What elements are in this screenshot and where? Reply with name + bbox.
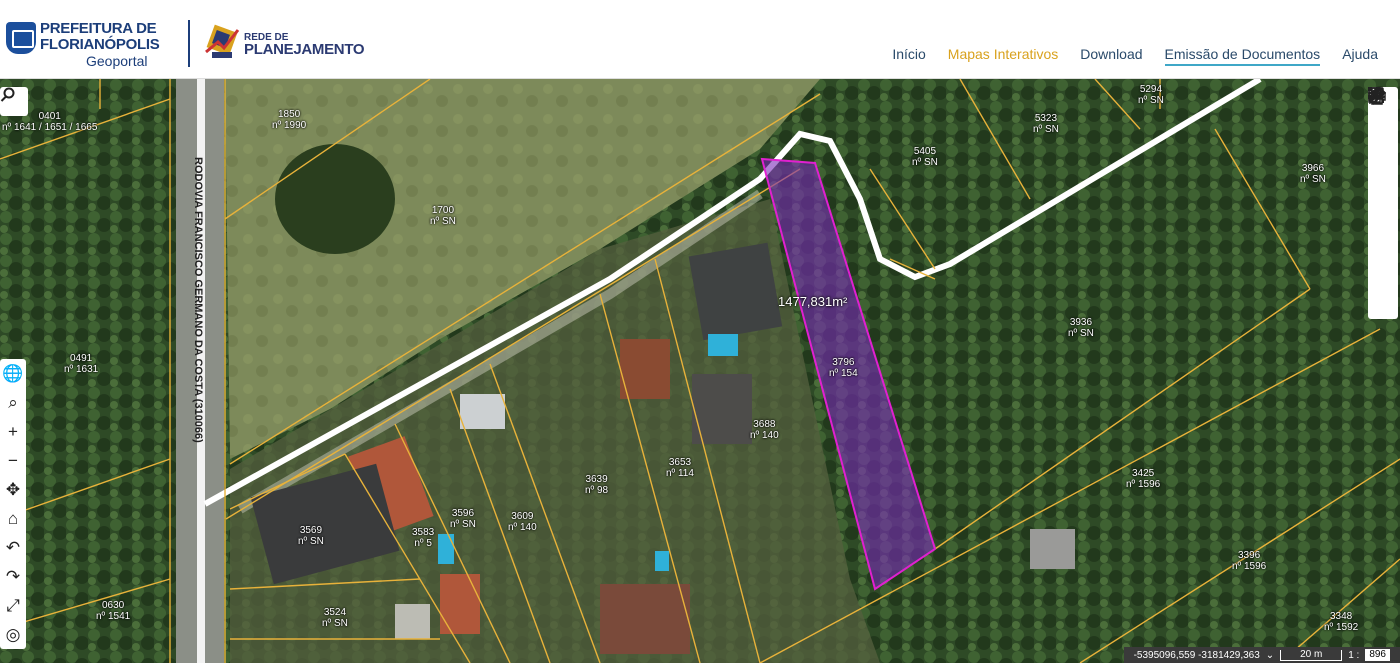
rede-logo[interactable]: REDE DE PLANEJAMENTO <box>204 20 374 68</box>
scale-prefix: 1 : <box>1348 649 1360 661</box>
parcel-label[interactable]: 3609 nº 140 <box>508 511 537 533</box>
scale-value[interactable]: 896 <box>1365 649 1390 661</box>
logo-line1: PREFEITURA DE <box>40 20 157 37</box>
right-toolbar <box>1368 87 1398 319</box>
ruler-icon[interactable] <box>1368 87 1398 203</box>
hand-icon[interactable] <box>1368 88 1398 319</box>
globe-icon[interactable]: 🌐 <box>0 359 26 388</box>
locate-icon[interactable]: ◎ <box>0 620 26 649</box>
map-canvas[interactable]: RODOVIA FRANCISCO GERMANO DA COSTA (3100… <box>0 79 1400 663</box>
crest-icon <box>6 22 36 54</box>
info-icon[interactable] <box>1368 87 1398 261</box>
parcel-label[interactable]: 3524 nº SN <box>322 607 348 629</box>
zoom-out-icon[interactable]: − <box>0 446 26 475</box>
left-toolbar: 🌐 ⌕ + − ✥ ⌂ ↶ ↷ ⤢ ◎ <box>0 359 26 649</box>
parcel-label[interactable]: 5294 nº SN <box>1138 84 1164 106</box>
main-nav: Início Mapas Interativos Download Emissã… <box>892 46 1378 66</box>
coordinates-readout: -5395096,559 -3181429,363 <box>1133 649 1260 661</box>
parcel-label[interactable]: 3653 nº 114 <box>666 457 694 479</box>
parcel-label[interactable]: 3396 nº 1596 <box>1232 550 1266 572</box>
parcel-label[interactable]: 3639 nº 98 <box>585 474 608 496</box>
zoom-search-icon[interactable]: ⌕ <box>0 388 26 417</box>
logo-line3: Geoportal <box>86 53 148 69</box>
pan-icon[interactable]: ✥ <box>0 475 26 504</box>
map-imagery <box>0 79 1400 663</box>
print-icon[interactable] <box>1368 87 1398 174</box>
scale-ruler: 20 m <box>1280 649 1343 661</box>
parcel-label[interactable]: 1850 nº 1990 <box>272 109 306 131</box>
fullscreen-icon[interactable]: ⤢ <box>0 591 26 620</box>
parcel-label[interactable]: 3936 nº SN <box>1068 317 1094 339</box>
undo-icon[interactable]: ↶ <box>0 533 26 562</box>
status-bar: -5395096,559 -3181429,363 ⌄ 20 m 1 : 896 <box>1123 647 1400 663</box>
search-icon[interactable] <box>0 87 28 116</box>
parcel-label[interactable]: 3425 nº 1596 <box>1126 468 1160 490</box>
nav-ajuda[interactable]: Ajuda <box>1342 46 1378 66</box>
chevron-down-icon[interactable]: ⌄ <box>1266 650 1274 661</box>
nav-download[interactable]: Download <box>1080 46 1142 66</box>
divider <box>188 20 190 67</box>
parcel-label[interactable]: 3348 nº 1592 <box>1324 611 1358 633</box>
logo2-line2: PLANEJAMENTO <box>244 41 365 58</box>
left-search-toolbar <box>0 87 28 116</box>
nav-mapas-interativos[interactable]: Mapas Interativos <box>948 46 1059 66</box>
header: PREFEITURA DE FLORIANÓPOLIS Geoportal RE… <box>0 0 1400 79</box>
pin-logo-icon <box>205 24 240 58</box>
road-label: RODOVIA FRANCISCO GERMANO DA COSTA (3100… <box>192 157 204 443</box>
redo-icon[interactable]: ↷ <box>0 562 26 591</box>
parcel-label[interactable]: 5405 nº SN <box>912 146 938 168</box>
parcel-label[interactable]: 3966 nº SN <box>1300 163 1326 185</box>
parcel-label[interactable]: 5323 nº SN <box>1033 113 1059 135</box>
prefeitura-logo[interactable]: PREFEITURA DE FLORIANÓPOLIS Geoportal <box>6 20 166 70</box>
parcel-label[interactable]: 3796 nº 154 <box>829 357 858 379</box>
parcel-label[interactable]: 3596 nº SN <box>450 508 476 530</box>
selected-area-label: 1477,831m² <box>778 294 848 309</box>
parcel-label[interactable]: 0491 nº 1631 <box>64 353 98 375</box>
checker-icon[interactable] <box>1368 87 1398 145</box>
parcel-label[interactable]: 3569 nº SN <box>298 525 324 547</box>
nav-emissao-documentos[interactable]: Emissão de Documentos <box>1164 46 1321 66</box>
logo-line2: FLORIANÓPOLIS <box>40 36 160 53</box>
nav-inicio[interactable]: Início <box>892 46 925 66</box>
parcel-label[interactable]: 0630 nº 1541 <box>96 600 130 622</box>
parcel-label[interactable]: 3688 nº 140 <box>750 419 779 441</box>
pencil-icon[interactable] <box>1368 87 1398 232</box>
parcel-label[interactable]: 3583 nº 5 <box>412 527 434 549</box>
zoom-in-icon[interactable]: + <box>0 417 26 446</box>
export-icon[interactable] <box>1368 87 1398 290</box>
parcel-label[interactable]: 1700 nº SN <box>430 205 456 227</box>
home-icon[interactable]: ⌂ <box>0 504 26 533</box>
